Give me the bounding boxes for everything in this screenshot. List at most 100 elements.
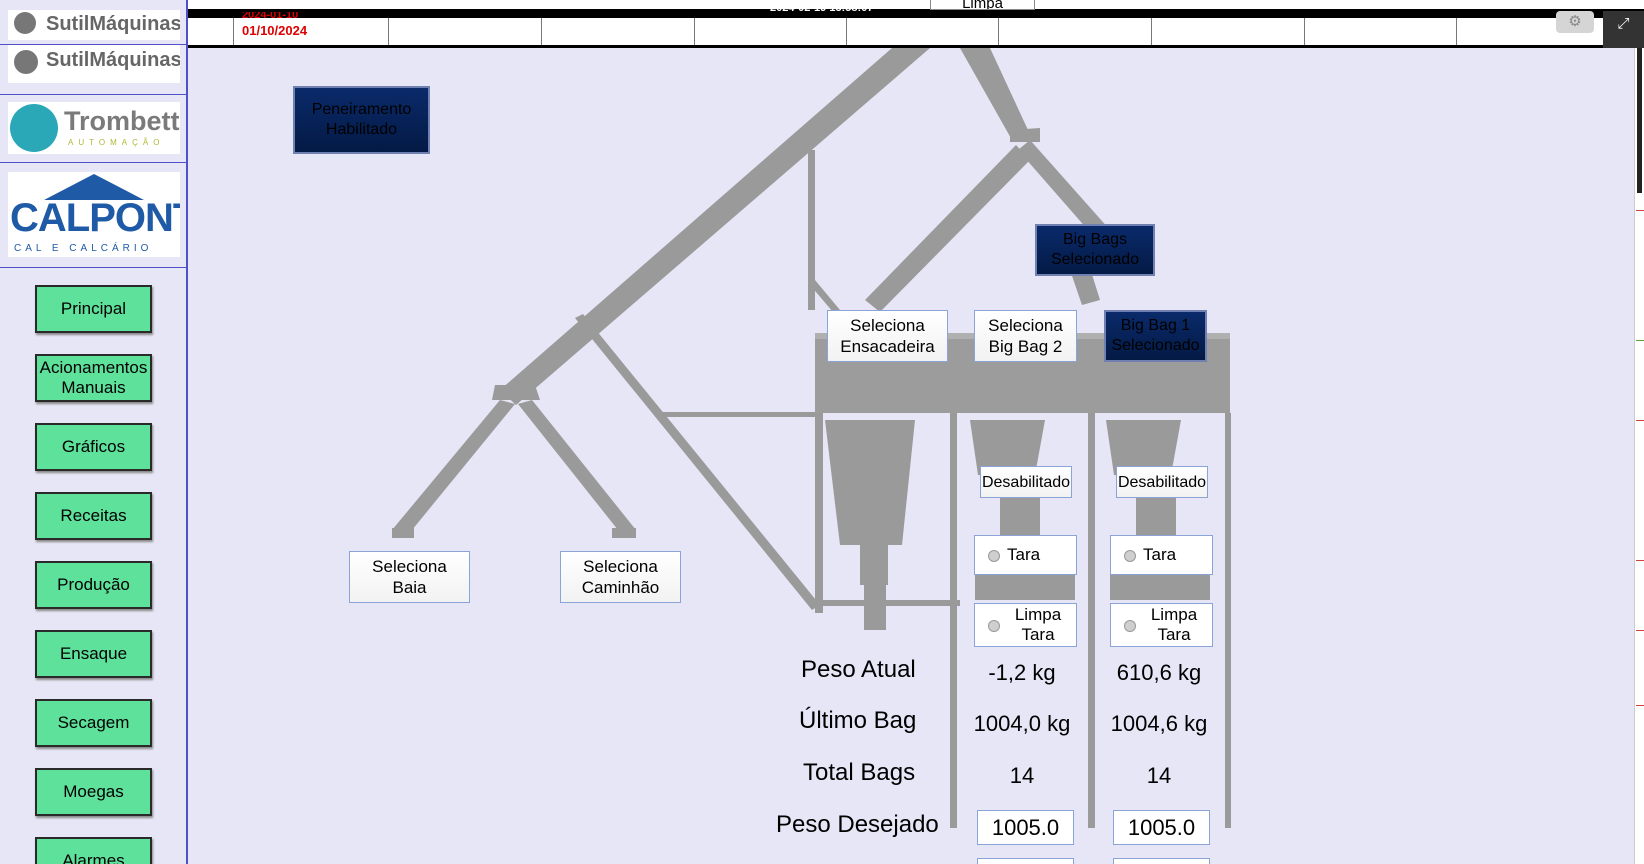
ruler-tick — [1636, 210, 1644, 211]
trend-start-date: 2024-01-10 — [242, 12, 299, 19]
big-bags-label-2: Selecionado — [1050, 251, 1140, 268]
select-big-bag-2-button[interactable]: Seleciona Big Bag 2 — [974, 310, 1077, 362]
trombetta-logo-text: Trombetta — [64, 106, 180, 136]
sidebar-divider — [0, 94, 186, 95]
calponta-logo-text: CALPONTA — [10, 196, 180, 240]
nav-receitas-button[interactable]: Receitas — [35, 492, 152, 540]
bag2-ultimo-bag: 1004,0 kg — [973, 711, 1071, 736]
big-bags-label-1: Big Bags — [1062, 231, 1128, 248]
select-ensacadeira-button[interactable]: Seleciona Ensacadeira — [827, 310, 948, 362]
big-bag-1-label-2: Selecionado — [1111, 337, 1200, 354]
bag2-limpa-tara-button[interactable]: Limpa Tara — [974, 603, 1077, 647]
sidebar: SutilMáquinas SutilMáquinas Trombetta AU… — [0, 0, 188, 864]
expand-icon[interactable]: ⤢ — [1603, 11, 1644, 48]
top-bottom-line — [188, 45, 1644, 48]
scrollbar-thumb[interactable] — [1637, 48, 1642, 193]
gear-logo-icon — [14, 12, 36, 34]
bag1-limpa-tara-label-2: Tara — [1157, 625, 1191, 644]
vertical-scrollbar[interactable] — [1634, 48, 1644, 864]
nav-secagem-button[interactable]: Secagem — [35, 699, 152, 747]
bag1-status-button[interactable]: Desabilitado — [1116, 466, 1208, 498]
bag1-tara-radio-icon — [1124, 550, 1136, 562]
select-caminhao-button[interactable]: Seleciona Caminhão — [560, 551, 681, 603]
calponta-logo-sub: CAL E CALCÁRIO — [14, 243, 153, 254]
select-big-bag-2-label-1: Seleciona — [988, 316, 1063, 335]
select-ensacadeira-label-1: Seleciona — [850, 316, 925, 335]
top-status-bar — [188, 0, 1644, 48]
trombetta-logo-sub: AUTOMAÇÃO — [68, 138, 165, 147]
total-bags-label: Total Bags — [803, 759, 916, 786]
bag1-tara-label: Tara — [1143, 545, 1177, 564]
bag2-peso-desejado-input[interactable]: 1005.0 — [977, 810, 1074, 845]
bag1-limpa-tara-button[interactable]: Limpa Tara — [1110, 603, 1213, 647]
bag2-limpa-tara-label-1: Limpa — [1014, 605, 1062, 624]
nav-acionamentos-button[interactable]: Acionamentos Manuais — [35, 354, 152, 402]
peso-atual-label: Peso Atual — [801, 656, 916, 683]
sidebar-divider — [0, 162, 186, 163]
timeline-cell — [846, 18, 847, 45]
peneiramento-label-1: Peneiramento — [311, 101, 412, 118]
gear-icon[interactable]: ⚙ — [1556, 11, 1594, 33]
bag2-tara-label: Tara — [1007, 545, 1041, 564]
bag2-next-input[interactable] — [977, 858, 1074, 864]
nav-graficos-button[interactable]: Gráficos — [35, 423, 152, 471]
bag2-tara-button[interactable]: Tara — [974, 535, 1077, 575]
trombetta-logo-mark — [10, 104, 58, 152]
bag2-peso-atual: -1,2 kg — [988, 660, 1056, 685]
sidebar-divider — [0, 267, 186, 268]
big-bags-selected-button[interactable]: Big Bags Selecionado — [1035, 224, 1155, 276]
big-bag-1-label-1: Big Bag 1 — [1120, 317, 1191, 334]
bag2-limpa-tara-radio-icon — [988, 620, 1000, 632]
peneiramento-button[interactable]: Peneiramento Habilitado — [293, 86, 430, 154]
big-bag-1-selected-button[interactable]: Big Bag 1 Selecionado — [1104, 310, 1207, 362]
select-baia-label-2: Baia — [392, 578, 427, 597]
top-black-band — [188, 9, 1644, 18]
bag1-tara-button[interactable]: Tara — [1110, 535, 1213, 575]
select-caminhao-label-2: Caminhão — [581, 578, 660, 597]
bag1-limpa-tara-label-1: Limpa — [1150, 605, 1198, 624]
limpa-top-button[interactable]: Limpa — [930, 0, 1035, 10]
sutil-logo-text: SutilMáquinas — [46, 49, 180, 71]
ruler-tick — [1636, 630, 1644, 631]
nav-principal-button[interactable]: Principal — [35, 285, 152, 333]
nav-producao-button[interactable]: Produção — [35, 561, 152, 609]
select-caminhao-label-1: Seleciona — [583, 557, 658, 576]
ruler-tick — [1636, 340, 1644, 341]
nav-acionamentos-label-1: Acionamentos — [39, 358, 148, 377]
bag1-limpa-tara-radio-icon — [1124, 620, 1136, 632]
timeline-cell — [998, 18, 999, 45]
bag2-limpa-tara-label-2: Tara — [1021, 625, 1055, 644]
timeline-cell — [233, 18, 234, 45]
select-baia-label-1: Seleciona — [372, 557, 447, 576]
nav-moegas-button[interactable]: Moegas — [35, 768, 152, 816]
timeline-cell — [694, 18, 695, 45]
ruler-tick — [1636, 560, 1644, 561]
bag1-next-input[interactable] — [1113, 858, 1210, 864]
peso-desejado-label: Peso Desejado — [776, 811, 939, 838]
bag1-peso-desejado-input[interactable]: 1005.0 — [1113, 810, 1210, 845]
sutil-logo-top: SutilMáquinas — [8, 10, 180, 40]
bag1-total-bags: 14 — [1146, 763, 1172, 788]
bag1-ultimo-bag: 1004,6 kg — [1110, 711, 1208, 736]
gear-logo-icon — [14, 50, 38, 74]
bag1-peso-atual: 610,6 kg — [1116, 660, 1202, 685]
trombetta-logo: Trombetta AUTOMAÇÃO — [8, 102, 180, 154]
bag2-status-button[interactable]: Desabilitado — [980, 466, 1072, 498]
trend-date: 01/10/2024 — [242, 23, 308, 38]
ultimo-bag-label: Último Bag — [799, 707, 917, 734]
calponta-logo: CALPONTA CAL E CALCÁRIO — [8, 172, 180, 257]
nav-alarmes-button[interactable]: Alarmes — [35, 837, 152, 864]
select-big-bag-2-label-2: Big Bag 2 — [988, 337, 1063, 356]
ruler-tick — [1636, 420, 1644, 421]
timeline-cell — [541, 18, 542, 45]
select-baia-button[interactable]: Seleciona Baia — [349, 551, 470, 603]
timeline-cell — [1304, 18, 1305, 45]
bag2-total-bags: 14 — [1009, 763, 1035, 788]
timeline-cell — [1151, 18, 1152, 45]
select-ensacadeira-label-2: Ensacadeira — [840, 337, 935, 356]
current-timestamp: 2024-02-19 13:58:07 — [770, 2, 874, 14]
bag2-tara-radio-icon — [988, 550, 1000, 562]
sutil-logo: SutilMáquinas — [8, 45, 180, 83]
nav-ensaque-button[interactable]: Ensaque — [35, 630, 152, 678]
peneiramento-label-2: Habilitado — [325, 121, 398, 138]
